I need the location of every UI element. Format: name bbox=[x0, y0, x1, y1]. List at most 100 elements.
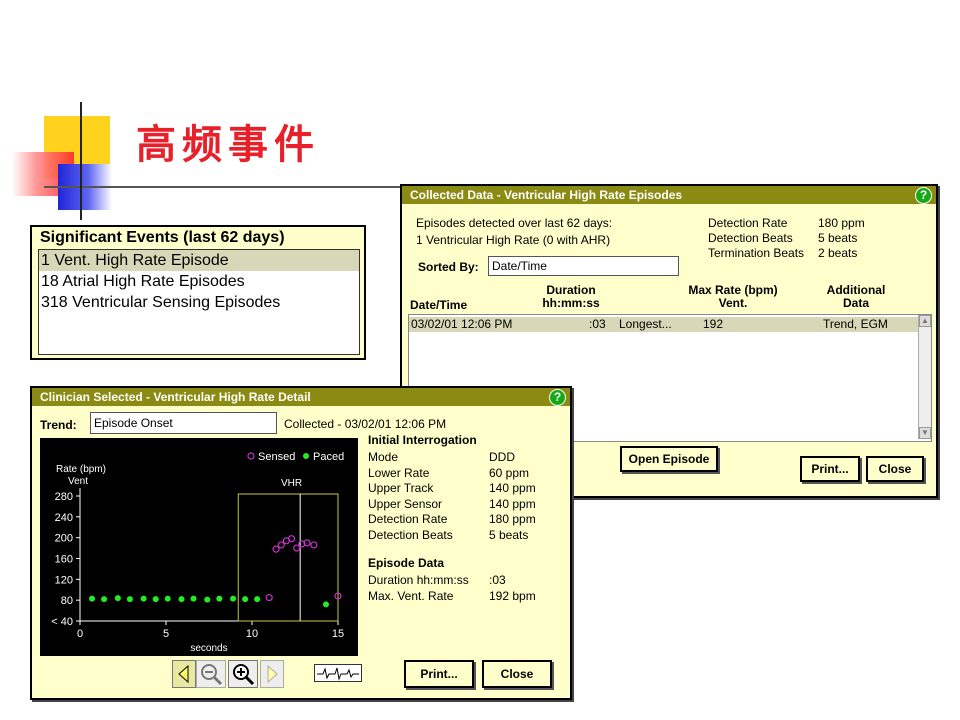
significant-events-title: Significant Events (last 62 days) bbox=[40, 229, 285, 246]
episodes-summary-line1: Episodes detected over last 62 days: bbox=[416, 216, 613, 230]
y-axis-label: Rate (bpm) bbox=[56, 464, 106, 475]
event-item-atrial-high-rate[interactable]: 18 Atrial High Rate Episodes bbox=[39, 271, 359, 292]
help-icon[interactable]: ? bbox=[915, 187, 932, 204]
param-label: Duration hh:mm:ss bbox=[368, 573, 469, 587]
paced-point bbox=[190, 595, 197, 602]
param-value: 192 bpm bbox=[489, 588, 536, 603]
sensed-point bbox=[265, 593, 273, 602]
episode-params: Duration hh:mm:ss :03 Max. Vent. Rate 19… bbox=[368, 573, 568, 604]
detection-beats-label: Detection Beats bbox=[708, 231, 793, 245]
paced-point bbox=[230, 595, 237, 602]
param-label: Upper Track bbox=[368, 481, 434, 495]
legend-paced-label: Paced bbox=[313, 451, 344, 463]
scroll-up-icon[interactable]: ▲ bbox=[919, 315, 931, 327]
param-value: 140 ppm bbox=[489, 481, 536, 495]
detail-title: Clinician Selected - Ventricular High Ra… bbox=[40, 390, 311, 404]
egm-button[interactable] bbox=[314, 664, 362, 682]
column-header-additional[interactable]: Additional Data bbox=[816, 284, 896, 310]
x-tick-label: 15 bbox=[332, 628, 344, 640]
initial-interrogation-heading: Initial Interrogation bbox=[368, 433, 477, 447]
param-value: 60 ppm bbox=[489, 465, 530, 480]
paced-point bbox=[164, 595, 171, 602]
param-label: Max. Vent. Rate bbox=[368, 588, 454, 603]
column-header-date[interactable]: Date/Time bbox=[410, 299, 467, 312]
paced-point bbox=[140, 595, 147, 602]
column-header-max-rate[interactable]: Max Rate (bpm) Vent. bbox=[676, 284, 790, 310]
episodes-summary-line2: 1 Ventricular High Rate (0 with AHR) bbox=[416, 233, 611, 247]
column-header-duration[interactable]: Duration hh:mm:ss bbox=[538, 284, 604, 310]
paced-point bbox=[254, 596, 261, 603]
x-tick-label: 10 bbox=[246, 628, 258, 640]
sensed-point bbox=[310, 541, 318, 549]
y-tick-label: 80 bbox=[61, 595, 73, 607]
arrow-left-icon bbox=[178, 664, 189, 684]
paced-point bbox=[322, 601, 329, 608]
param-label: Detection Beats bbox=[368, 527, 453, 542]
param-value: 180 ppm bbox=[489, 512, 536, 526]
detail-print-button[interactable]: Print... bbox=[404, 660, 474, 688]
paced-point bbox=[242, 596, 249, 603]
slide-title: 高频事件 bbox=[136, 121, 320, 168]
param-value: :03 bbox=[489, 573, 506, 587]
param-row-detection-rate: Detection Rate 180 ppm bbox=[368, 512, 568, 528]
table-row[interactable]: 03/02/01 12:06 PM :03 Longest... 192 Tre… bbox=[409, 317, 919, 332]
y-tick-label: 160 bbox=[55, 554, 73, 566]
collected-data-title: Collected Data - Ventricular High Rate E… bbox=[410, 188, 683, 202]
param-value: 5 beats bbox=[489, 527, 529, 542]
detail-titlebar: Clinician Selected - Ventricular High Ra… bbox=[32, 388, 570, 406]
zoom-in-button[interactable] bbox=[228, 660, 258, 688]
detection-beats-value: 5 beats bbox=[818, 231, 858, 245]
param-value: DDD bbox=[489, 450, 515, 464]
paced-point bbox=[216, 595, 223, 602]
row-note: Longest... bbox=[619, 317, 672, 331]
sorted-by-field[interactable]: Date/Time bbox=[488, 256, 679, 276]
param-row-mode: Mode DDD bbox=[368, 450, 568, 466]
paced-point bbox=[152, 596, 159, 603]
episode-row-max-rate: Max. Vent. Rate 192 bpm bbox=[368, 589, 568, 605]
scroll-down-icon[interactable]: ▼ bbox=[919, 427, 931, 439]
trend-field[interactable]: Episode Onset bbox=[90, 412, 277, 434]
sensed-point bbox=[277, 541, 285, 549]
y-tick-label: 240 bbox=[55, 512, 73, 524]
sensed-point bbox=[293, 544, 301, 552]
scroll-left-button[interactable] bbox=[172, 660, 196, 688]
y-tick-label: 200 bbox=[55, 533, 73, 545]
vhr-label: VHR bbox=[281, 478, 302, 489]
y-tick-label: < 40 bbox=[51, 616, 73, 628]
legend-paced-marker bbox=[303, 453, 309, 459]
x-tick-label: 0 bbox=[77, 628, 83, 640]
row-duration: :03 bbox=[589, 317, 606, 331]
open-episode-button[interactable]: Open Episode bbox=[620, 446, 718, 472]
row-rate: 192 bbox=[703, 317, 724, 331]
row-additional: Trend, EGM bbox=[823, 317, 888, 331]
param-row-detection-beats: Detection Beats 5 beats bbox=[368, 528, 568, 544]
zoom-out-button[interactable] bbox=[196, 660, 226, 688]
collected-print-button[interactable]: Print... bbox=[800, 456, 860, 482]
detection-rate-value: 180 ppm bbox=[818, 216, 865, 230]
trend-label: Trend: bbox=[40, 418, 77, 432]
param-value: 140 ppm bbox=[489, 496, 536, 511]
param-label: Detection Rate bbox=[368, 512, 448, 526]
paced-point bbox=[178, 596, 185, 603]
rate-plot-svg: 280 240 200 160 120 80 < 40 0 5 10 15 Rate (bpm)Ven… bbox=[51, 451, 344, 654]
legend-sensed-marker bbox=[247, 452, 255, 460]
collected-close-button[interactable]: Close bbox=[866, 456, 924, 482]
detail-close-button[interactable]: Close bbox=[482, 660, 552, 688]
help-icon[interactable]: ? bbox=[549, 389, 566, 406]
episode-row-duration: Duration hh:mm:ss :03 bbox=[368, 573, 568, 589]
paced-point bbox=[101, 596, 108, 603]
y-axis-label-sub: Vent bbox=[68, 476, 88, 487]
event-item-vent-high-rate[interactable]: 1 Vent. High Rate Episode bbox=[39, 250, 359, 271]
detection-rate-label: Detection Rate bbox=[708, 216, 788, 230]
sorted-by-label: Sorted By: bbox=[418, 260, 479, 274]
scroll-right-button[interactable] bbox=[260, 660, 284, 688]
param-row-upper-track: Upper Track 140 ppm bbox=[368, 481, 568, 497]
y-tick-label: 280 bbox=[55, 491, 73, 503]
table-scrollbar[interactable]: ▲ ▼ bbox=[918, 315, 931, 439]
row-date: 03/02/01 12:06 PM bbox=[411, 317, 513, 331]
sensed-point bbox=[287, 535, 296, 543]
decor-horizontal-line bbox=[44, 186, 404, 188]
event-item-ventricular-sensing[interactable]: 318 Ventricular Sensing Episodes bbox=[39, 292, 359, 313]
termination-beats-value: 2 beats bbox=[818, 246, 858, 260]
episode-data-heading: Episode Data bbox=[368, 556, 445, 570]
